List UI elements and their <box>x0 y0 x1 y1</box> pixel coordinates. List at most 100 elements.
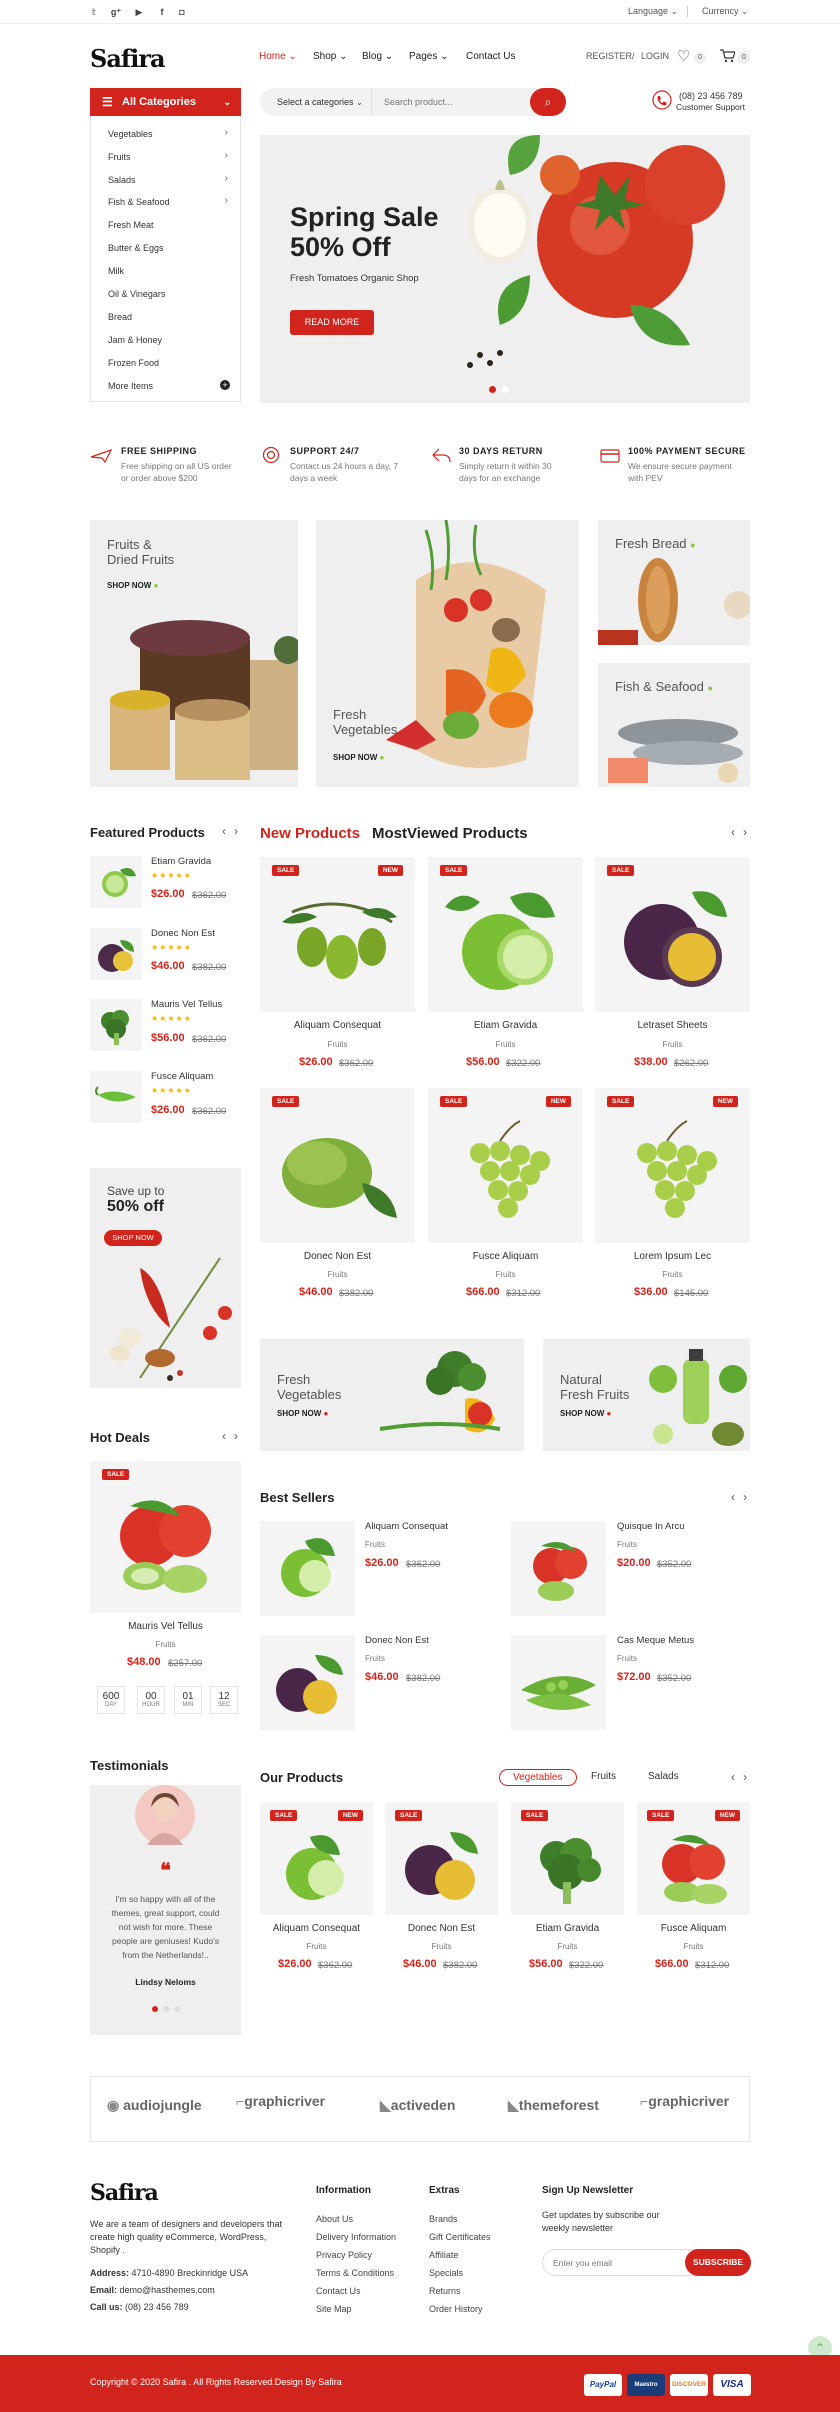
featured-product-image[interactable] <box>90 856 142 908</box>
category-fruits[interactable]: Fruits <box>108 152 131 162</box>
best-seller-image[interactable] <box>511 1521 606 1616</box>
brand-activeden[interactable]: ◣activeden <box>380 2097 455 2114</box>
product-name[interactable]: Cas Meque Metus <box>617 1635 694 1646</box>
heart-icon[interactable]: ♡ <box>677 47 690 65</box>
prev-arrow-icon[interactable]: ‹ <box>731 1770 735 1784</box>
hot-deal-card[interactable]: SALE <box>90 1461 241 1613</box>
footer-link[interactable]: Privacy Policy <box>316 2250 372 2260</box>
slide-dot[interactable] <box>502 386 509 393</box>
category-oil-vinegars[interactable]: Oil & Vinegars <box>108 289 165 299</box>
product-card[interactable]: SALE <box>260 1088 415 1243</box>
footer-link[interactable]: Terms & Conditions <box>316 2268 394 2278</box>
promo-banner[interactable]: Save up to 50% off SHOP NOW <box>90 1168 241 1388</box>
product-name[interactable]: Aliquam Consequat <box>365 1521 448 1532</box>
prev-arrow-icon[interactable]: ‹ <box>222 824 226 838</box>
product-name[interactable]: Aliquam Consequat <box>260 1020 415 1031</box>
shop-now-link[interactable]: SHOP NOW ● <box>107 581 158 590</box>
footer-link[interactable]: Contact Us <box>316 2286 361 2296</box>
category-bread[interactable]: Bread <box>108 312 132 322</box>
footer-link[interactable]: Delivery Information <box>316 2232 396 2242</box>
language-select[interactable]: Language ⌄ <box>628 6 678 17</box>
banner-fresh-vegetables[interactable]: Fresh Vegetables SHOP NOW ● <box>316 520 579 787</box>
product-name[interactable]: Quisque In Arcu <box>617 1521 685 1532</box>
call-value[interactable]: (08) 23 456 789 <box>125 2302 189 2312</box>
all-categories-button[interactable]: ☰ All Categories ⌄ <box>90 88 241 116</box>
read-more-button[interactable]: READ MORE <box>290 310 374 335</box>
brand-themeforest[interactable]: ◣themeforest <box>508 2097 599 2114</box>
footer-link[interactable]: Returns <box>429 2286 461 2296</box>
slide-dot[interactable] <box>174 2006 180 2012</box>
login-link[interactable]: LOGIN <box>641 51 669 61</box>
product-name[interactable]: Lorem Ipsum Lec <box>595 1251 750 1262</box>
product-name[interactable]: Donec Non Est <box>385 1923 498 1934</box>
product-card[interactable]: SALE <box>511 1802 624 1915</box>
shop-now-link[interactable]: SHOP NOW ● <box>333 753 384 762</box>
google-plus-icon[interactable]: g⁺ <box>110 6 122 18</box>
brand-audiojungle[interactable]: ◉ audiojungle <box>107 2097 202 2114</box>
featured-product-image[interactable] <box>90 1071 142 1123</box>
product-name[interactable]: Mauris Vel Tellus <box>90 1621 241 1632</box>
search-input[interactable] <box>372 88 522 116</box>
category-butter-eggs[interactable]: Butter & Eggs <box>108 243 164 253</box>
banner-fresh-bread[interactable]: Fresh Bread ● <box>598 520 750 645</box>
brand-graphicriver[interactable]: ⌐graphicriver <box>236 2093 325 2109</box>
category-more-items[interactable]: More Items <box>108 381 153 391</box>
next-arrow-icon[interactable]: › <box>743 1490 747 1504</box>
featured-product-image[interactable] <box>90 999 142 1051</box>
cart-icon[interactable] <box>719 48 735 63</box>
product-name[interactable]: Letraset Sheets <box>595 1020 750 1031</box>
footer-link[interactable]: Affiliate <box>429 2250 458 2260</box>
category-jam-honey[interactable]: Jam & Honey <box>108 335 162 345</box>
nav-home[interactable]: Home ⌄ <box>259 51 297 62</box>
product-card[interactable]: SALE NEW <box>428 1088 583 1243</box>
newsletter-email-input[interactable] <box>553 2255 673 2270</box>
product-name[interactable]: Fusce Aliquam <box>428 1251 583 1262</box>
brand-graphicriver[interactable]: ⌐graphicriver <box>640 2093 729 2109</box>
subscribe-button[interactable]: SUBSCRIBE <box>685 2249 751 2276</box>
product-name[interactable]: Donec Non Est <box>260 1251 415 1262</box>
prev-arrow-icon[interactable]: ‹ <box>731 1490 735 1504</box>
slide-dot-active[interactable] <box>489 386 496 393</box>
banner-dried-fruits[interactable]: Fruits & Dried Fruits SHOP NOW ● <box>90 520 298 787</box>
tab-salads[interactable]: Salads <box>648 1771 679 1782</box>
slide-dot-active[interactable] <box>152 2006 158 2012</box>
category-vegetables[interactable]: Vegetables <box>108 129 153 139</box>
product-card[interactable]: SALE NEW <box>260 857 415 1012</box>
promo-shop-now-button[interactable]: SHOP NOW <box>104 1230 162 1246</box>
footer-link[interactable]: About Us <box>316 2214 353 2224</box>
product-name[interactable]: Aliquam Consequat <box>260 1923 373 1934</box>
banner-natural-fruits[interactable]: Natural Fresh Fruits SHOP NOW ● <box>543 1339 750 1451</box>
footer-link[interactable]: Brands <box>429 2214 458 2224</box>
nav-shop[interactable]: Shop ⌄ <box>313 51 348 62</box>
currency-select[interactable]: Currency ⌄ <box>702 6 749 17</box>
next-arrow-icon[interactable]: › <box>743 825 747 839</box>
email-value[interactable]: demo@hasthemes.com <box>120 2285 215 2295</box>
best-seller-image[interactable] <box>260 1521 355 1616</box>
footer-logo[interactable]: Safira <box>90 2180 159 2206</box>
footer-link[interactable]: Site Map <box>316 2304 352 2314</box>
next-arrow-icon[interactable]: › <box>743 1770 747 1784</box>
facebook-icon[interactable]: f <box>156 6 168 18</box>
category-salads[interactable]: Salads <box>108 175 136 185</box>
footer-link[interactable]: Specials <box>429 2268 463 2278</box>
nav-contact[interactable]: Contact Us <box>466 51 515 62</box>
product-card[interactable]: SALE NEW <box>595 1088 750 1243</box>
nav-blog[interactable]: Blog ⌄ <box>362 51 393 62</box>
featured-product-image[interactable] <box>90 928 142 980</box>
product-card[interactable]: SALE <box>428 857 583 1012</box>
product-card[interactable]: SALE <box>595 857 750 1012</box>
plus-icon[interactable]: + <box>220 380 230 390</box>
best-seller-image[interactable] <box>511 1635 606 1730</box>
tab-mostviewed-products[interactable]: MostViewed Products <box>372 825 528 842</box>
product-name[interactable]: Donec Non Est <box>365 1635 429 1646</box>
youtube-icon[interactable]: ▶ <box>133 6 145 18</box>
slide-dot[interactable] <box>163 2006 169 2012</box>
register-link[interactable]: REGISTER <box>586 51 632 61</box>
nav-pages[interactable]: Pages ⌄ <box>409 51 449 62</box>
prev-arrow-icon[interactable]: ‹ <box>731 825 735 839</box>
product-name[interactable]: Etiam Gravida <box>428 1020 583 1031</box>
banner-fresh-vegetables-2[interactable]: Fresh Vegetables SHOP NOW ● <box>260 1339 524 1451</box>
next-arrow-icon[interactable]: › <box>234 824 238 838</box>
twitter-icon[interactable]: 𝕥 <box>88 6 100 18</box>
product-card[interactable]: SALE NEW <box>637 1802 750 1915</box>
